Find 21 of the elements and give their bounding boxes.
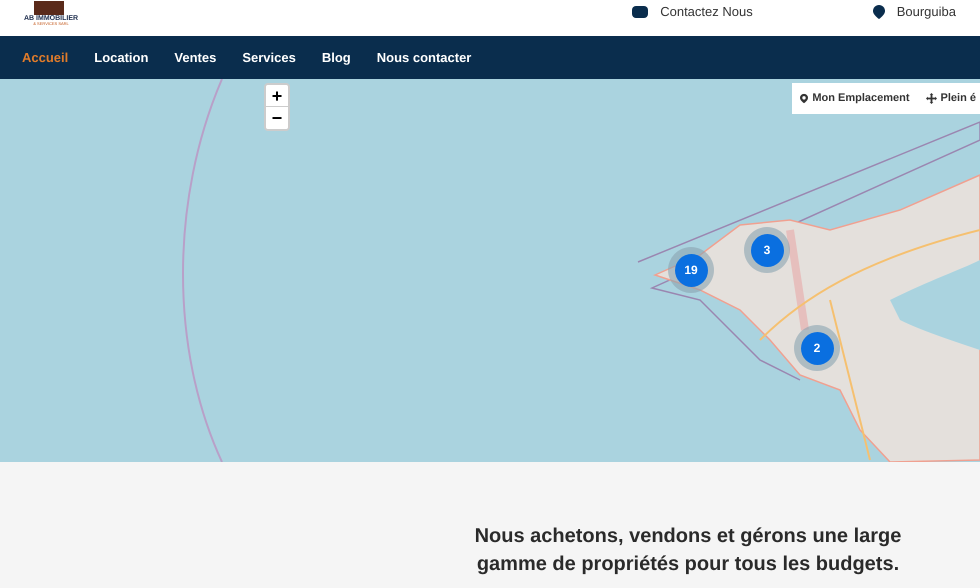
- zoom-in-button[interactable]: +: [266, 85, 288, 107]
- marker-cluster[interactable]: 19: [668, 247, 714, 293]
- location-pin-icon: [800, 93, 808, 104]
- nav-link[interactable]: Blog: [322, 48, 351, 68]
- contact-text[interactable]: Contactez Nous: [660, 2, 753, 22]
- move-arrows-icon: [926, 93, 937, 104]
- zoom-out-button[interactable]: −: [266, 107, 288, 129]
- map[interactable]: + − Mon Emplacement Plein é 19 3 2: [0, 79, 980, 462]
- nav-link[interactable]: Ventes: [174, 48, 216, 68]
- fullscreen-button[interactable]: Plein é: [926, 90, 980, 107]
- my-location-button[interactable]: Mon Emplacement: [800, 90, 910, 107]
- address-text: Bourguiba: [896, 3, 956, 21]
- nav-link[interactable]: Nous contacter: [376, 48, 472, 68]
- location-pin-icon: [872, 4, 885, 19]
- marker-cluster[interactable]: 2: [794, 325, 840, 371]
- nav-link[interactable]: Services: [242, 48, 296, 68]
- marker-cluster[interactable]: 3: [744, 227, 790, 273]
- nav-link[interactable]: Accueil: [22, 48, 68, 68]
- nav-link[interactable]: Location: [94, 48, 148, 68]
- intro-heading: Nous achetons, vendons et gérons une large gamme de propriétés pour tous les budgets.: [474, 524, 902, 577]
- logo-icon: [34, 1, 64, 15]
